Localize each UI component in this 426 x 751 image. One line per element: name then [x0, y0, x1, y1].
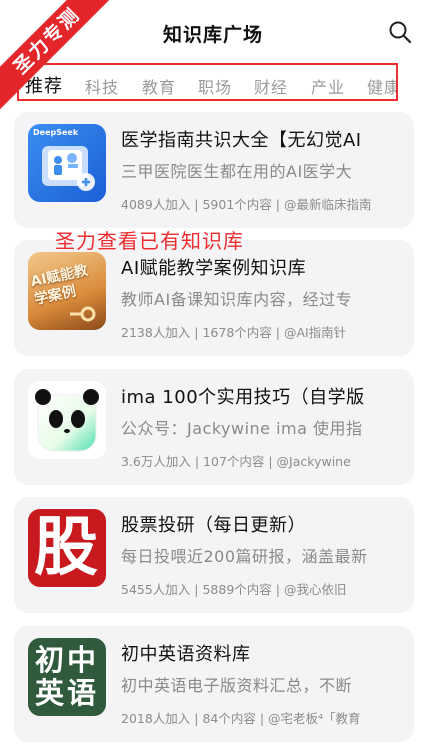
panda-icon [35, 389, 99, 452]
card-description: 每日投喂近200篇研报，涵盖最新 [121, 547, 368, 566]
tab-education[interactable]: 教育 [142, 74, 176, 98]
ribbon-label: 圣力专测 [0, 0, 110, 110]
card-description: 初中英语电子版资料汇总，不断 [121, 676, 353, 695]
card-thumbnail: 股 [28, 509, 106, 587]
card-title: ima 100个实用技巧（自学版 [121, 387, 365, 408]
card-meta: 2138人加入 | 1678个内容 | @AI指南针 [121, 325, 347, 340]
card-title: 医学指南共识大全【无幻觉AI [121, 130, 362, 151]
card-description: 三甲医院医生都在用的AI医学大 [121, 162, 353, 181]
deepseek-logo-text: DeepSeek [33, 128, 79, 137]
english-material-characters: 初中英语 [35, 643, 100, 710]
knowledge-card[interactable]: ima 100个实用技巧（自学版 公众号：Jackywine ima 使用指 3… [14, 369, 414, 485]
card-title: 初中英语资料库 [121, 644, 251, 665]
card-thumbnail [28, 381, 106, 459]
search-icon[interactable] [388, 20, 412, 44]
stock-character: 股 [34, 510, 98, 585]
card-meta: 2018人加入 | 84个内容 | @宅老板⁴「教育 [121, 711, 361, 726]
tab-industry[interactable]: 产业 [311, 74, 345, 98]
card-thumbnail: 初中英语 [28, 638, 106, 716]
card-meta: 4089人加入 | 5901个内容 | @最新临床指南 [121, 197, 372, 212]
knowledge-card[interactable]: AI赋能教学案例 AI赋能教学案例知识库 教师AI备课知识库内容，经过专 213… [14, 240, 414, 356]
card-thumbnail: AI赋能教学案例 [28, 252, 106, 330]
knowledge-card[interactable]: 初中英语 初中英语资料库 初中英语电子版资料汇总，不断 2018人加入 | 84… [14, 626, 414, 742]
tab-career[interactable]: 职场 [198, 74, 232, 98]
tab-health[interactable]: 健康 [367, 74, 396, 98]
knowledge-card[interactable]: DeepSeek 医学指南共识大全【无幻觉AI 三甲医院医生都在用的AI医学大 … [14, 112, 414, 228]
card-description: 教师AI备课知识库内容，经过专 [121, 290, 353, 309]
card-meta: 5455人加入 | 5889个内容 | @我心依旧 [121, 582, 347, 597]
card-title: 股票投研（每日更新） [121, 515, 306, 536]
card-description: 公众号：Jackywine ima 使用指 [121, 419, 363, 438]
card-meta: 3.6万人加入 | 107个内容 | @Jackywine [121, 454, 351, 469]
tab-finance[interactable]: 财经 [254, 74, 288, 98]
knowledge-card[interactable]: 股 股票投研（每日更新） 每日投喂近200篇研报，涵盖最新 5455人加入 | … [14, 497, 414, 613]
corner-ribbon: 圣力专测 [0, 0, 110, 110]
key-icon [70, 306, 96, 322]
annotation-text: 圣力查看已有知识库 [55, 229, 244, 253]
card-thumbnail: DeepSeek [28, 124, 106, 202]
card-title: AI赋能教学案例知识库 [121, 258, 307, 279]
